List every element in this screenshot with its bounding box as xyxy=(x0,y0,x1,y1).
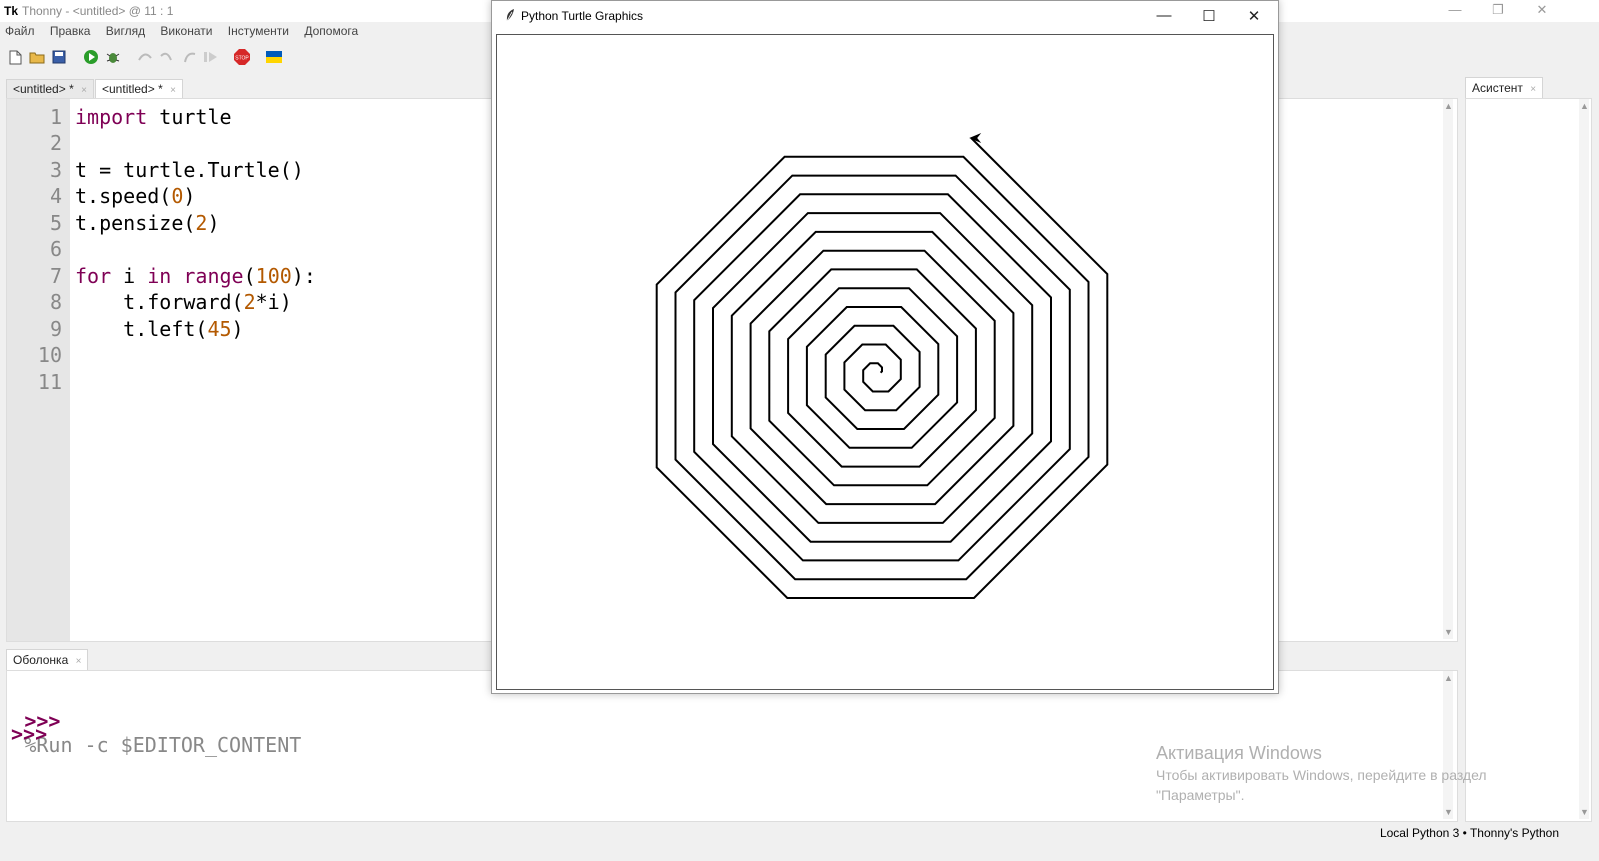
tab-untitled-2[interactable]: <untitled> * × xyxy=(95,79,183,98)
thonny-logo-icon: Tk xyxy=(4,4,19,18)
line-number: 4 xyxy=(49,184,62,208)
open-file-icon[interactable] xyxy=(28,48,46,66)
step-out-icon[interactable] xyxy=(180,48,198,66)
ukraine-flag-icon[interactable] xyxy=(265,48,283,66)
shell-tab-label: Оболонка xyxy=(13,653,69,667)
tab-close-icon[interactable]: × xyxy=(81,85,87,96)
assistant-tab-close-icon[interactable]: × xyxy=(1530,84,1536,95)
code-line-5: t.pensize(2) xyxy=(75,211,220,235)
turtle-window-title: Python Turtle Graphics xyxy=(521,9,644,23)
code-line-7: for i in range(100): xyxy=(75,264,316,288)
line-number: 7 xyxy=(49,264,62,288)
tab-modified: * xyxy=(158,82,163,96)
menu-run[interactable]: Виконати xyxy=(155,24,217,38)
line-number: 2 xyxy=(49,131,62,155)
menu-edit[interactable]: Правка xyxy=(45,24,96,38)
step-into-icon[interactable] xyxy=(158,48,176,66)
turtle-canvas[interactable] xyxy=(496,34,1274,690)
line-number: 1 xyxy=(49,105,62,129)
shell-scrollbar[interactable]: ▲ ▼ xyxy=(1443,671,1453,819)
menu-view[interactable]: Вигляд xyxy=(101,24,150,38)
line-number: 10 xyxy=(37,343,62,367)
code-line-1: import turtle xyxy=(75,105,232,129)
tab-label: <untitled> xyxy=(102,82,155,96)
line-number-gutter: 1 2 3 4 5 6 7 8 9 10 11 xyxy=(7,99,70,641)
new-file-icon[interactable] xyxy=(6,48,24,66)
interpreter-status[interactable]: Local Python 3 • Thonny's Python xyxy=(1380,826,1559,840)
assistant-tab-label: Асистент xyxy=(1472,81,1523,95)
step-over-icon[interactable] xyxy=(136,48,154,66)
minimize-button[interactable]: — xyxy=(1443,2,1467,20)
turtle-graphics-window: Python Turtle Graphics — ☐ ✕ xyxy=(491,0,1279,694)
save-icon[interactable] xyxy=(50,48,68,66)
assistant-panel: ▲ ▼ xyxy=(1465,98,1592,822)
debug-icon[interactable] xyxy=(104,48,122,66)
editor-scrollbar[interactable]: ▲ ▼ xyxy=(1443,99,1453,639)
code-line-9: t.left(45) xyxy=(75,317,244,341)
code-line-4: t.speed(0) xyxy=(75,184,196,208)
close-button[interactable]: ✕ xyxy=(1530,2,1554,20)
turtle-close-button[interactable]: ✕ xyxy=(1239,7,1269,25)
run-icon[interactable] xyxy=(82,48,100,66)
line-number: 11 xyxy=(37,370,62,394)
line-number: 8 xyxy=(49,290,62,314)
activation-watermark-title: Активация Windows xyxy=(1156,743,1322,763)
turtle-minimize-button[interactable]: — xyxy=(1149,7,1179,25)
turtle-drawing xyxy=(655,133,1109,599)
turtle-maximize-button[interactable]: ☐ xyxy=(1194,7,1224,25)
shell-line-2: >>> xyxy=(11,722,47,746)
shell-tab-close-icon[interactable]: × xyxy=(76,656,82,667)
line-number: 5 xyxy=(49,211,62,235)
tab-modified: * xyxy=(69,82,74,96)
line-number: 6 xyxy=(49,237,62,261)
menu-tools[interactable]: Інстументи xyxy=(223,24,294,38)
menu-file[interactable]: Файл xyxy=(0,24,40,38)
shell-line-1: >>> %Run -c $EDITOR_CONTENT xyxy=(11,695,301,771)
tab-untitled-1[interactable]: <untitled> * × xyxy=(6,79,94,98)
tab-assistant[interactable]: Асистент × xyxy=(1465,77,1544,98)
stop-icon[interactable]: STOP xyxy=(233,48,251,66)
spiral-path xyxy=(655,137,1109,599)
tab-shell[interactable]: Оболонка × xyxy=(6,649,89,670)
restore-button[interactable]: ❐ xyxy=(1486,2,1510,20)
menu-bar: Файл Правка Вигляд Виконати Інстументи Д… xyxy=(0,24,365,42)
activation-watermark-text-2: "Параметры". xyxy=(1156,787,1245,803)
shell-prompt: >>> xyxy=(11,722,48,746)
resume-icon[interactable] xyxy=(202,48,220,66)
activation-watermark-text: Чтобы активировать Windows, перейдите в … xyxy=(1156,767,1487,783)
line-number: 9 xyxy=(49,317,62,341)
shell-command: %Run -c $EDITOR_CONTENT xyxy=(24,733,302,757)
tab-close-icon[interactable]: × xyxy=(170,85,176,96)
menu-help[interactable]: Допомога xyxy=(299,24,363,38)
line-number: 3 xyxy=(49,158,62,182)
assistant-scrollbar[interactable]: ▲ ▼ xyxy=(1579,99,1589,819)
code-line-3: t = turtle.Turtle() xyxy=(75,158,304,182)
code-line-8: t.forward(2*i) xyxy=(75,290,292,314)
status-bar: Local Python 3 • Thonny's Python xyxy=(0,824,1599,842)
feather-icon xyxy=(504,8,516,25)
stop-label: STOP xyxy=(235,56,249,62)
turtle-title-bar: Python Turtle Graphics — ☐ ✕ xyxy=(492,1,1278,31)
tab-label: <untitled> xyxy=(13,82,66,96)
window-title: Thonny - <untitled> @ 11 : 1 xyxy=(22,4,174,18)
